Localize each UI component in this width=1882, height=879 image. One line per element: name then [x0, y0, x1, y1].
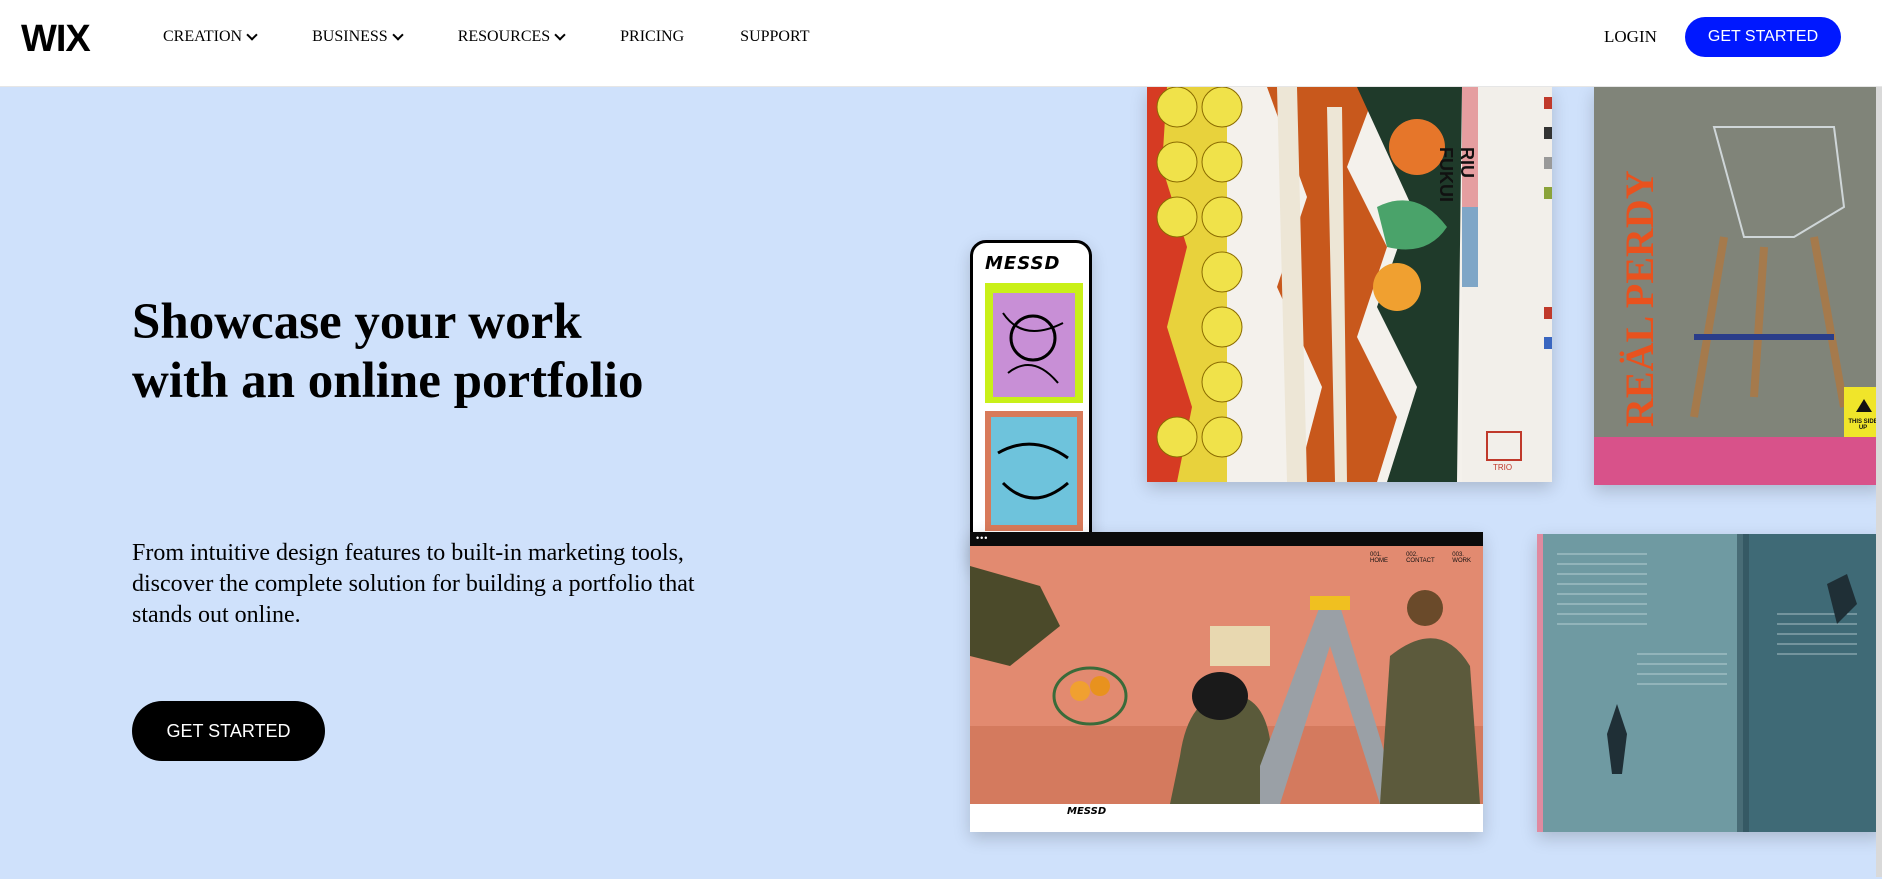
chevron-down-icon	[246, 28, 258, 41]
poster-riu-fukui: RIU FUKUI TRIO	[1147, 87, 1552, 482]
nav-business-label: BUSINESS	[312, 28, 388, 45]
phone-brand: MESSD	[985, 253, 1061, 274]
nav-support[interactable]: SUPPORT	[740, 28, 809, 46]
phone-mockup: MESSD	[970, 240, 1092, 570]
desktop-nav-contact: 002. CONTACT	[1406, 552, 1435, 564]
magazine-real-perdy: REÄL PERDY THIS SIDE UP	[1594, 87, 1882, 485]
page-scrollbar[interactable]	[1876, 87, 1882, 877]
hero-subtext: From intuitive design features to built-…	[132, 540, 695, 628]
chevron-down-icon	[554, 28, 566, 41]
hero-headline: Showcase your work with an online portfo…	[132, 294, 644, 409]
nav-support-label: SUPPORT	[740, 28, 810, 45]
hero-section: Showcase your work with an online portfo…	[0, 87, 1882, 879]
phone-artwork	[985, 283, 1083, 531]
desktop-nav-work: 003. WORK	[1452, 552, 1471, 564]
nav-pricing[interactable]: PRICING	[620, 28, 684, 46]
nav-resources-label: RESOURCES	[457, 28, 551, 45]
nav-resources[interactable]: RESOURCES	[457, 28, 566, 46]
hero-get-started-button[interactable]: GET STARTED	[132, 701, 325, 761]
browser-dots-icon: •••	[976, 533, 989, 543]
site-header: WIX CREATION BUSINESS RESOURCES PRICING …	[0, 0, 1882, 87]
desktop-photo	[970, 546, 1483, 804]
nav-business[interactable]: BUSINESS	[312, 28, 404, 46]
book-spread	[1537, 534, 1882, 832]
book-art	[1537, 534, 1882, 832]
desktop-brand: MESSD	[1067, 806, 1107, 817]
poster-logo: TRIO	[1493, 463, 1513, 472]
desktop-nav: 001. HOME 002. CONTACT 003. WORK	[1370, 552, 1483, 564]
desktop-nav-home: 001. HOME	[1370, 552, 1388, 564]
nav-creation-label: CREATION	[163, 28, 243, 45]
login-link[interactable]: LOGIN	[1604, 27, 1657, 47]
header-get-started-button[interactable]: GET STARTED	[1685, 17, 1841, 57]
magazine-title: REÄL PERDY	[1617, 170, 1662, 427]
poster-title: RIU FUKUI	[1436, 147, 1477, 202]
wix-logo[interactable]: WIX	[21, 18, 91, 61]
desktop-mockup: ••• MESSD 001. HOME 002. CONTACT 003. WO…	[970, 532, 1483, 832]
nav-creation[interactable]: CREATION	[163, 28, 258, 46]
nav-pricing-label: PRICING	[620, 28, 685, 45]
browser-bar: •••	[970, 532, 1483, 546]
main-nav: CREATION BUSINESS RESOURCES PRICING SUPP…	[163, 0, 865, 74]
desktop-footer: MESSD	[970, 804, 1483, 832]
chevron-down-icon	[392, 28, 404, 41]
poster-collage	[1147, 87, 1552, 482]
